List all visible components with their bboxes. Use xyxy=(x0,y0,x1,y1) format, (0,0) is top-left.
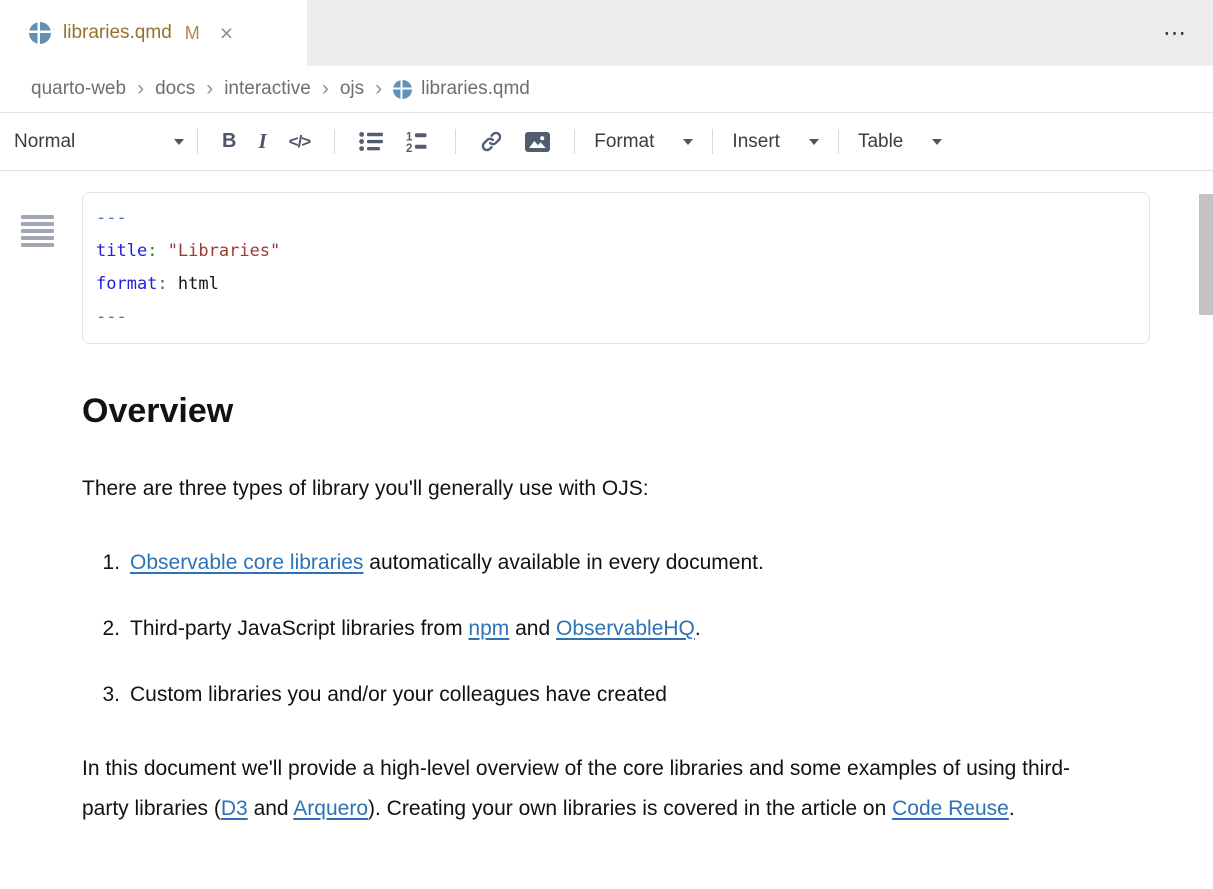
yaml-front-matter-block[interactable]: --- title: "Libraries" format: html --- xyxy=(82,192,1150,344)
numbered-list: 1. Observable core libraries automatical… xyxy=(93,543,1213,715)
yaml-key-title: title xyxy=(96,241,147,261)
italic-button[interactable]: I xyxy=(247,129,277,154)
list-item[interactable]: 1. Observable core libraries automatical… xyxy=(93,543,1213,583)
inline-code-button[interactable]: </> xyxy=(278,132,322,152)
link-button[interactable] xyxy=(469,130,514,153)
chevron-right-icon: › xyxy=(322,78,329,101)
chevron-down-icon xyxy=(683,139,693,145)
vertical-scrollbar[interactable] xyxy=(1199,194,1213,315)
link-npm[interactable]: npm xyxy=(468,617,509,640)
tab-libraries-qmd[interactable]: libraries.qmd M × xyxy=(0,0,307,66)
yaml-line: title: "Libraries" xyxy=(96,235,1136,268)
modified-badge: M xyxy=(185,23,200,44)
chevron-down-icon xyxy=(809,139,819,145)
svg-text:2: 2 xyxy=(406,143,412,153)
block-drag-handle-icon[interactable] xyxy=(21,215,54,250)
yaml-value-format: html xyxy=(178,274,219,294)
link-observablehq[interactable]: ObservableHQ xyxy=(556,617,695,640)
toolbar-divider xyxy=(334,129,335,154)
breadcrumb-quarto-web[interactable]: quarto-web xyxy=(31,78,126,100)
yaml-fence: --- xyxy=(96,307,127,327)
paragraph-style-value: Normal xyxy=(14,131,75,153)
close-icon[interactable]: × xyxy=(220,22,233,45)
page-title[interactable]: Overview xyxy=(82,390,1213,432)
list-item-text: Custom libraries you and/or your colleag… xyxy=(130,675,667,715)
table-menu-label: Table xyxy=(858,131,903,153)
svg-text:1: 1 xyxy=(406,131,413,143)
quarto-file-icon xyxy=(29,22,51,44)
chevron-right-icon: › xyxy=(375,78,382,101)
bold-button[interactable]: B xyxy=(211,130,247,153)
breadcrumb: quarto-web › docs › interactive › ojs › … xyxy=(0,66,1213,113)
bullet-list-icon xyxy=(359,131,384,152)
image-button[interactable] xyxy=(514,132,561,152)
yaml-line: --- xyxy=(96,301,1136,334)
list-item-text: Third-party JavaScript libraries from np… xyxy=(130,609,701,649)
list-marker: 3. xyxy=(93,675,120,715)
list-item-mid: and xyxy=(509,617,556,640)
toolbar-divider xyxy=(455,129,456,154)
list-item[interactable]: 2. Third-party JavaScript libraries from… xyxy=(93,609,1213,649)
toolbar-divider xyxy=(838,129,839,154)
list-item[interactable]: 3. Custom libraries you and/or your coll… xyxy=(93,675,1213,715)
more-actions-icon[interactable]: ⋯ xyxy=(1163,20,1187,47)
yaml-value-title: "Libraries" xyxy=(168,241,281,261)
image-icon xyxy=(525,132,550,152)
chevron-down-icon xyxy=(174,139,184,145)
yaml-line: --- xyxy=(96,202,1136,235)
bullet-list-button[interactable] xyxy=(348,131,395,152)
list-item-tail: . xyxy=(695,617,701,640)
breadcrumb-docs[interactable]: docs xyxy=(155,78,195,100)
format-menu-label: Format xyxy=(594,131,654,153)
list-marker: 1. xyxy=(93,543,120,583)
yaml-colon: : xyxy=(147,241,157,261)
yaml-space xyxy=(157,241,167,261)
intro-paragraph[interactable]: There are three types of library you'll … xyxy=(82,476,1213,502)
quarto-file-icon xyxy=(393,80,412,99)
link-observable-core-libraries[interactable]: Observable core libraries xyxy=(130,551,363,574)
toolbar-divider xyxy=(197,129,198,154)
closing-text: and xyxy=(248,797,294,820)
yaml-line: format: html xyxy=(96,268,1136,301)
format-menu[interactable]: Format xyxy=(588,131,699,153)
yaml-colon: : xyxy=(157,274,167,294)
yaml-fence: --- xyxy=(96,208,127,228)
tab-title: libraries.qmd xyxy=(63,22,172,44)
yaml-space xyxy=(168,274,178,294)
list-item-tail: automatically available in every documen… xyxy=(363,551,763,574)
toolbar-divider xyxy=(712,129,713,154)
paragraph-style-select[interactable]: Normal xyxy=(14,131,184,153)
tab-bar: libraries.qmd M × ⋯ xyxy=(0,0,1213,66)
chevron-right-icon: › xyxy=(137,78,144,101)
breadcrumb-interactive[interactable]: interactive xyxy=(224,78,311,100)
insert-menu-label: Insert xyxy=(732,131,780,153)
editor-toolbar: Normal B I </> 1 2 xyxy=(0,113,1213,171)
link-d3[interactable]: D3 xyxy=(221,797,248,820)
list-item-text: Observable core libraries automatically … xyxy=(130,543,764,583)
closing-text: . xyxy=(1009,797,1015,820)
insert-menu[interactable]: Insert xyxy=(726,131,825,153)
link-arquero[interactable]: Arquero xyxy=(293,797,368,820)
list-item-lead: Third-party JavaScript libraries from xyxy=(130,617,468,640)
yaml-key-format: format xyxy=(96,274,157,294)
closing-text: ). Creating your own libraries is covere… xyxy=(368,797,892,820)
link-code-reuse[interactable]: Code Reuse xyxy=(892,797,1009,820)
toolbar-divider xyxy=(574,129,575,154)
breadcrumb-ojs[interactable]: ojs xyxy=(340,78,364,100)
chevron-right-icon: › xyxy=(206,78,213,101)
numbered-list-button[interactable]: 1 2 xyxy=(395,131,442,153)
numbered-list-icon: 1 2 xyxy=(406,131,431,153)
breadcrumb-file-label: libraries.qmd xyxy=(421,78,530,100)
link-icon xyxy=(480,130,503,153)
editor-canvas[interactable]: --- title: "Libraries" format: html --- … xyxy=(0,192,1213,889)
list-marker: 2. xyxy=(93,609,120,649)
chevron-down-icon xyxy=(932,139,942,145)
breadcrumb-file[interactable]: libraries.qmd xyxy=(393,78,530,100)
closing-paragraph[interactable]: In this document we'll provide a high-le… xyxy=(82,749,1094,829)
table-menu[interactable]: Table xyxy=(852,131,948,153)
